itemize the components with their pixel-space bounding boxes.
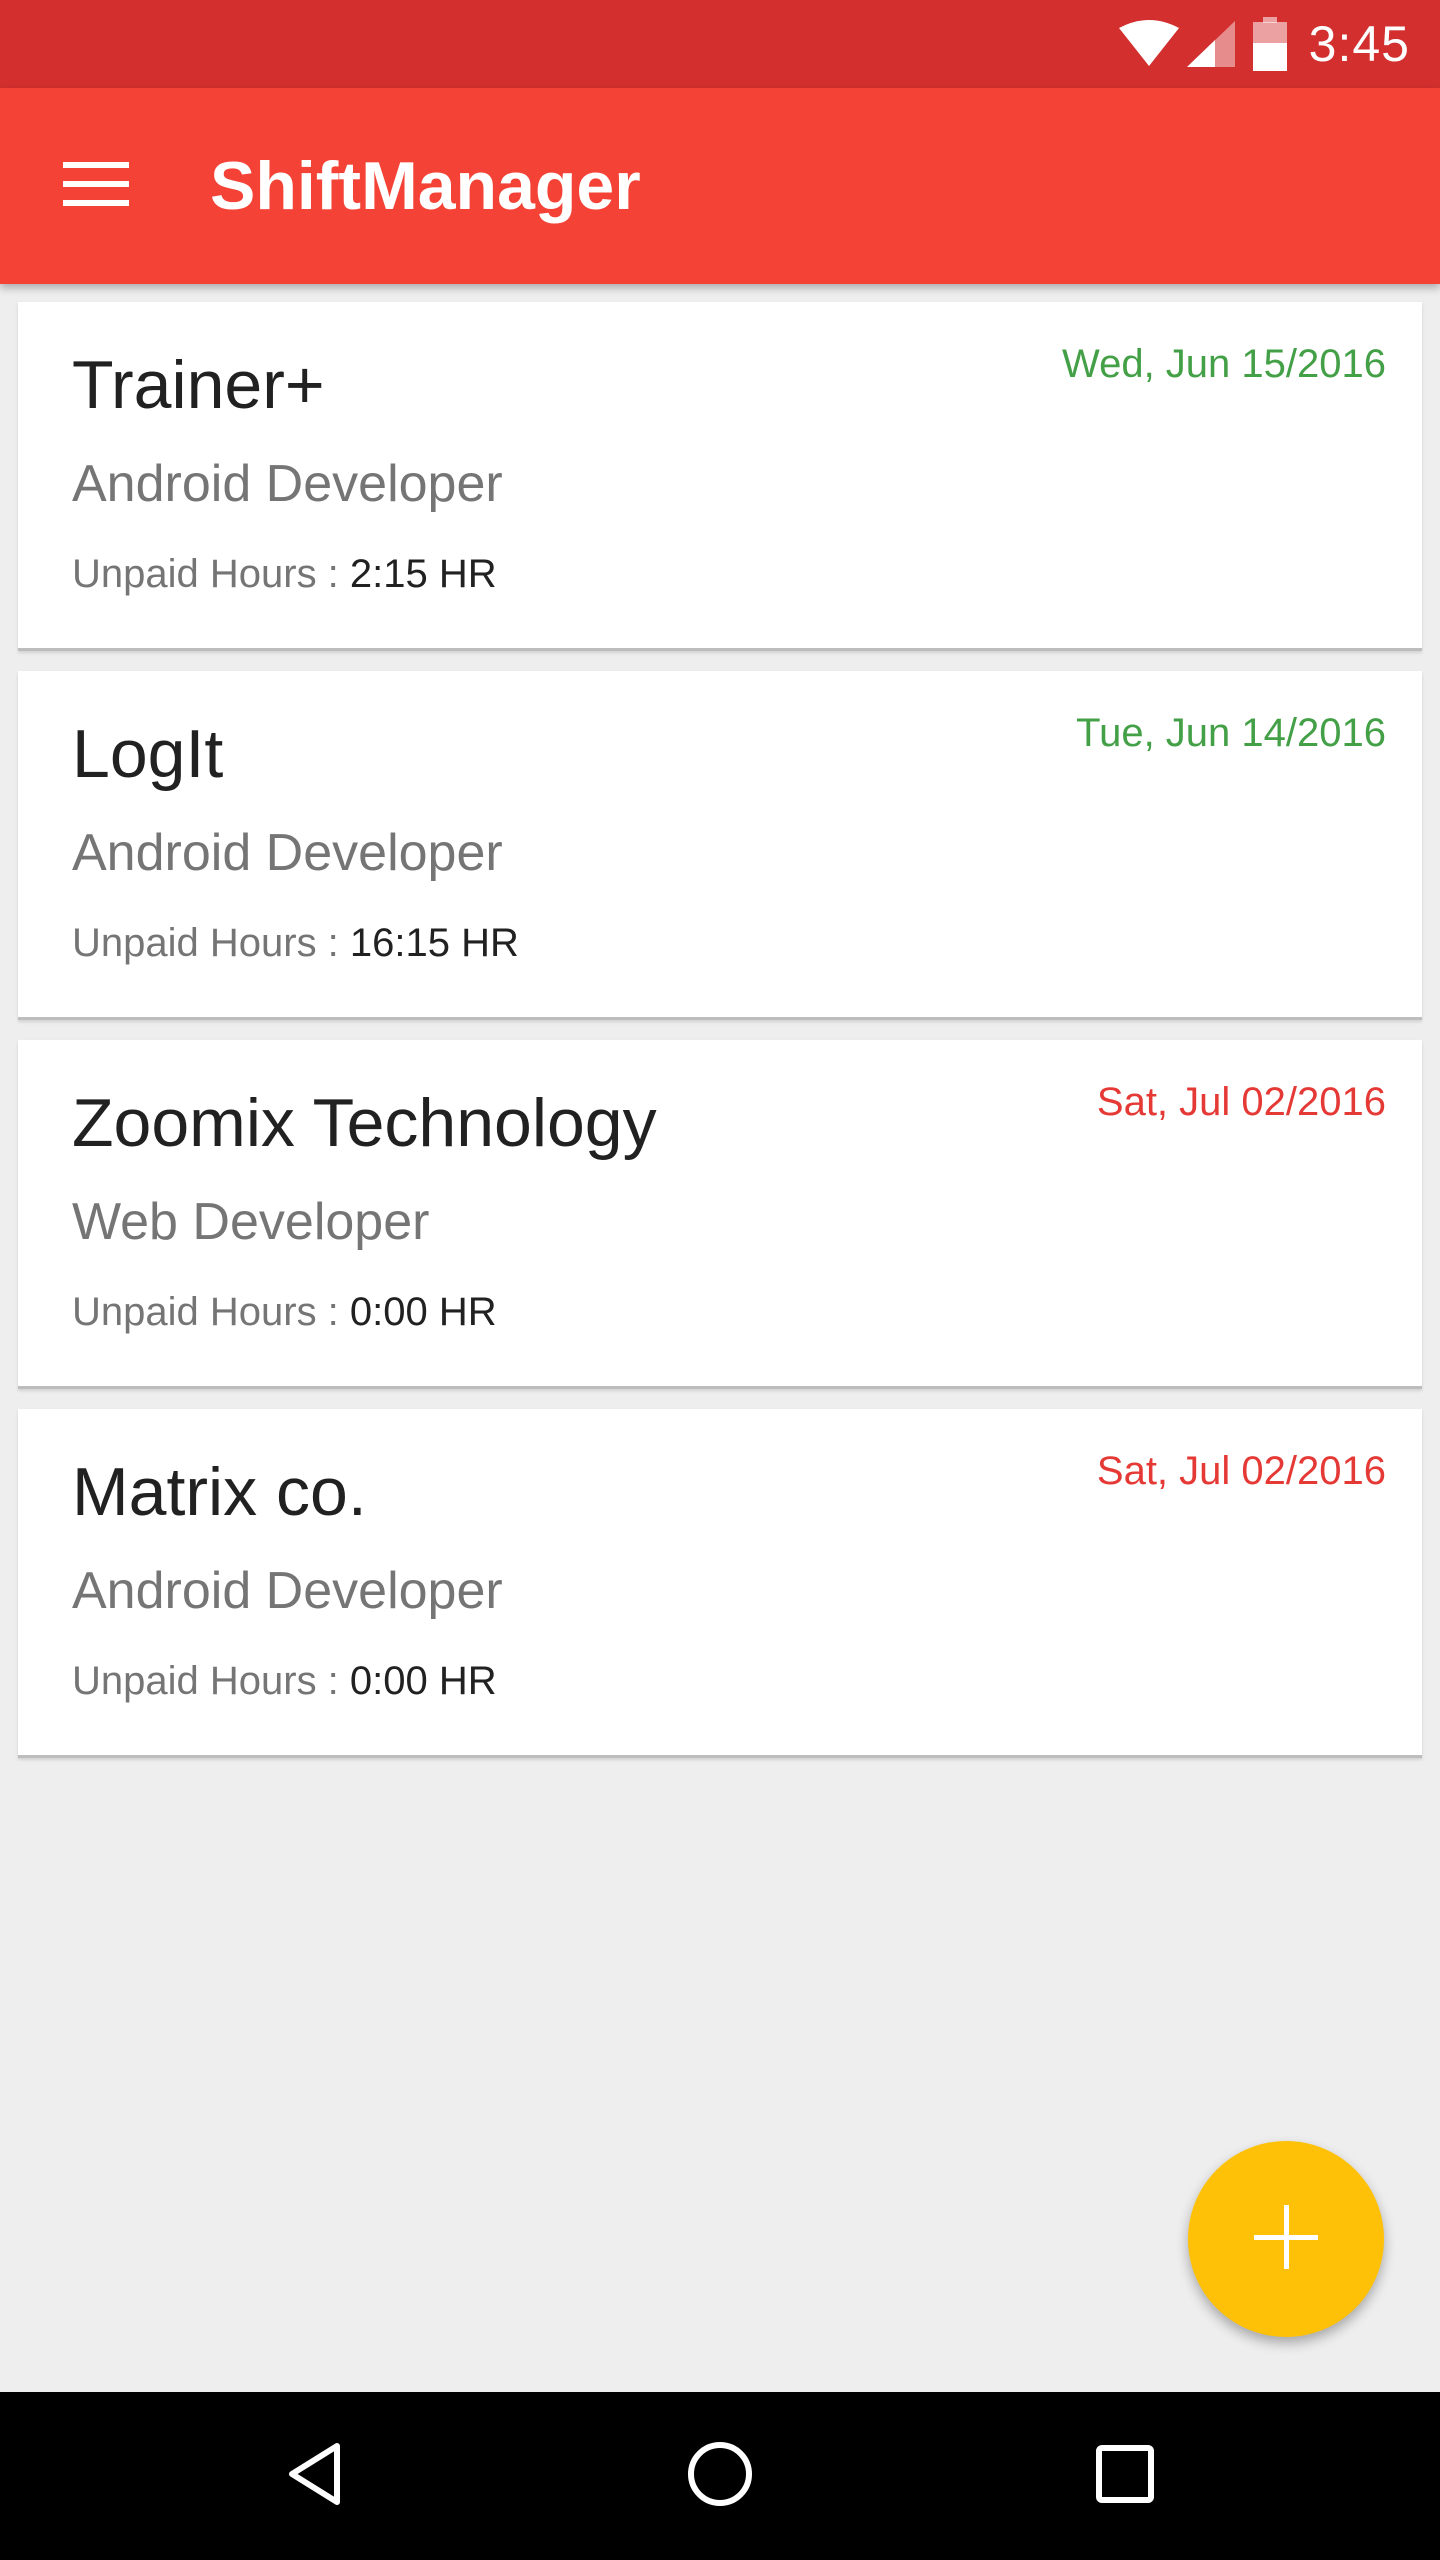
back-icon bbox=[285, 2441, 345, 2512]
unpaid-hours-value: 16:15 HR bbox=[349, 921, 519, 965]
back-button[interactable] bbox=[255, 2416, 375, 2536]
recents-icon bbox=[1096, 2444, 1154, 2508]
app-title: ShiftManager bbox=[210, 148, 641, 224]
status-bar: 3:45 bbox=[0, 0, 1440, 88]
shift-date: Wed, Jun 15/2016 bbox=[1062, 342, 1386, 386]
plus-icon bbox=[1254, 2204, 1318, 2274]
shift-company: Matrix co. bbox=[72, 1454, 367, 1530]
unpaid-hours-label: Unpaid Hours : bbox=[72, 921, 339, 965]
unpaid-hours: Unpaid Hours : 0:00 HR bbox=[72, 1290, 497, 1335]
unpaid-hours: Unpaid Hours : 0:00 HR bbox=[72, 1659, 497, 1704]
shift-role: Android Developer bbox=[72, 1562, 503, 1620]
unpaid-hours-value: 0:00 HR bbox=[349, 1659, 497, 1703]
recents-button[interactable] bbox=[1065, 2416, 1185, 2536]
hamburger-menu-icon bbox=[63, 160, 129, 213]
shift-card[interactable]: Zoomix Technology Sat, Jul 02/2016 Web D… bbox=[18, 1040, 1422, 1389]
unpaid-hours-value: 0:00 HR bbox=[349, 1290, 497, 1334]
shift-date: Tue, Jun 14/2016 bbox=[1076, 711, 1386, 755]
home-icon bbox=[687, 2441, 753, 2512]
shift-card[interactable]: Matrix co. Sat, Jul 02/2016 Android Deve… bbox=[18, 1409, 1422, 1758]
unpaid-hours-value: 2:15 HR bbox=[349, 552, 497, 596]
home-button[interactable] bbox=[660, 2416, 780, 2536]
shift-role: Android Developer bbox=[72, 455, 503, 513]
shift-role: Web Developer bbox=[72, 1193, 430, 1251]
shift-company: Zoomix Technology bbox=[72, 1085, 657, 1161]
shift-date: Sat, Jul 02/2016 bbox=[1096, 1449, 1386, 1493]
app-bar: ShiftManager bbox=[0, 88, 1440, 284]
shift-card[interactable]: LogIt Tue, Jun 14/2016 Android Developer… bbox=[18, 671, 1422, 1020]
status-icons: 3:45 bbox=[1117, 0, 1410, 88]
system-nav-bar bbox=[0, 2392, 1440, 2560]
shift-company: LogIt bbox=[72, 716, 224, 792]
unpaid-hours: Unpaid Hours : 16:15 HR bbox=[72, 921, 519, 966]
unpaid-hours-label: Unpaid Hours : bbox=[72, 1659, 339, 1703]
add-shift-button[interactable] bbox=[1188, 2141, 1384, 2337]
shift-list: Trainer+ Wed, Jun 15/2016 Android Develo… bbox=[18, 302, 1422, 1778]
unpaid-hours-label: Unpaid Hours : bbox=[72, 1290, 339, 1334]
shift-date: Sat, Jul 02/2016 bbox=[1096, 1080, 1386, 1124]
status-time: 3:45 bbox=[1308, 16, 1410, 72]
shift-card[interactable]: Trainer+ Wed, Jun 15/2016 Android Develo… bbox=[18, 302, 1422, 651]
menu-button[interactable] bbox=[48, 138, 144, 234]
unpaid-hours: Unpaid Hours : 2:15 HR bbox=[72, 552, 497, 597]
wifi-icon bbox=[1117, 20, 1181, 68]
shift-company: Trainer+ bbox=[72, 347, 325, 423]
signal-icon bbox=[1185, 19, 1237, 69]
battery-icon bbox=[1252, 17, 1287, 71]
shift-role: Android Developer bbox=[72, 824, 503, 882]
unpaid-hours-label: Unpaid Hours : bbox=[72, 552, 339, 596]
